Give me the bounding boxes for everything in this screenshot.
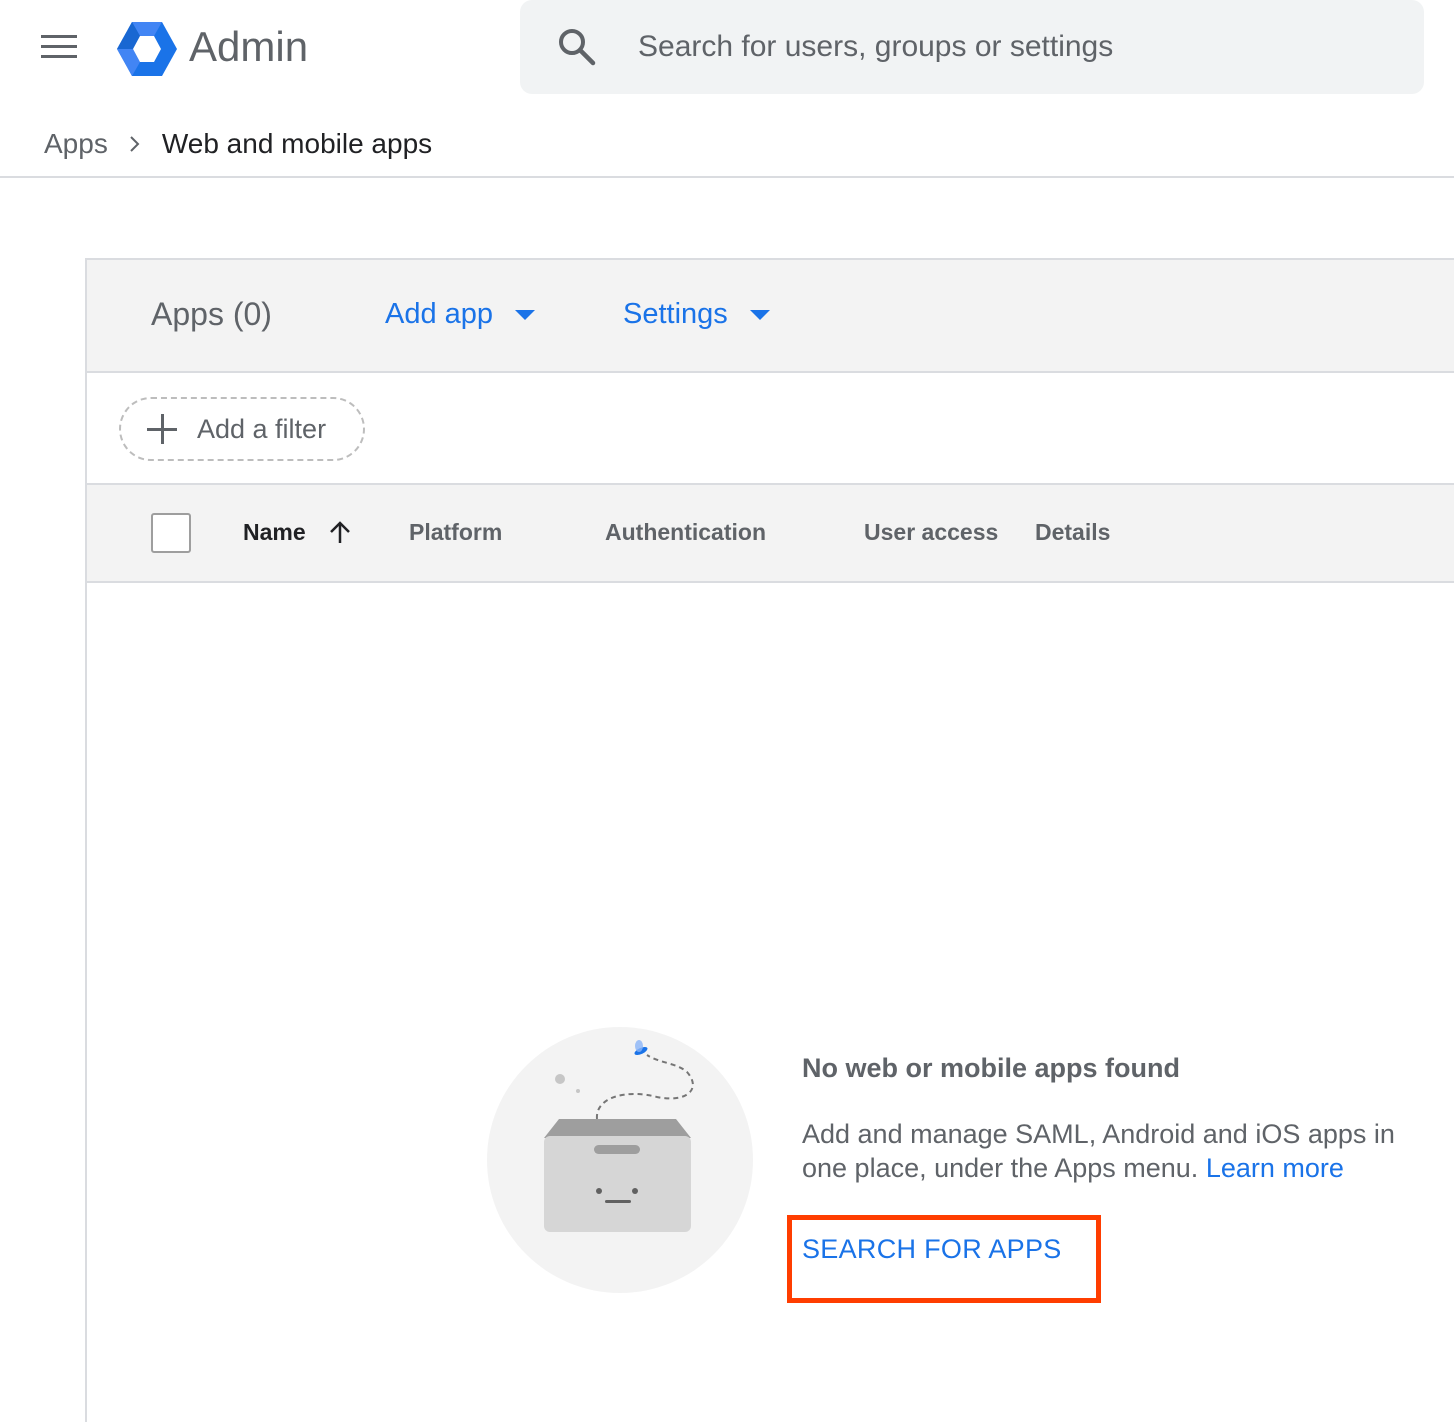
filter-bar: Add a filter: [87, 373, 1454, 485]
search-for-apps-button[interactable]: SEARCH FOR APPS: [802, 1234, 1062, 1265]
caret-down-icon: [749, 309, 770, 320]
apps-card: Apps (0) Add app Settings Add a filter N…: [85, 258, 1454, 1422]
column-header-user-access[interactable]: User access: [864, 519, 998, 546]
admin-logo-icon[interactable]: [116, 20, 178, 78]
plus-icon: [147, 414, 177, 444]
column-header-platform[interactable]: Platform: [409, 519, 502, 546]
settings-label: Settings: [623, 298, 728, 330]
settings-dropdown[interactable]: Settings: [623, 298, 770, 331]
caret-down-icon: [515, 309, 536, 320]
chevron-right-icon: [130, 136, 140, 152]
learn-more-link[interactable]: Learn more: [1206, 1153, 1344, 1183]
column-header-name[interactable]: Name: [243, 519, 306, 546]
menu-icon[interactable]: [38, 32, 82, 64]
breadcrumb-current: Web and mobile apps: [161, 128, 433, 159]
breadcrumb-apps-link[interactable]: Apps: [44, 128, 108, 160]
empty-state-title: No web or mobile apps found: [802, 1053, 1180, 1083]
empty-state-description: Add and manage SAML, Android and iOS app…: [802, 1117, 1432, 1185]
column-header-authentication[interactable]: Authentication: [605, 519, 766, 546]
search-input[interactable]: [636, 22, 1400, 72]
app-name: Admin: [189, 23, 309, 70]
select-all-checkbox[interactable]: [151, 513, 191, 553]
apps-count-label: Apps (0): [151, 296, 272, 332]
column-header-details[interactable]: Details: [1035, 519, 1110, 546]
top-bar: Admin: [0, 0, 1454, 96]
arrow-up-icon[interactable]: [327, 519, 353, 545]
add-filter-label: Add a filter: [197, 413, 327, 444]
empty-box-illustration: [487, 1027, 753, 1293]
header-divider: [0, 176, 1454, 178]
search-icon[interactable]: [556, 26, 598, 68]
add-app-dropdown[interactable]: Add app: [385, 298, 536, 331]
add-filter-button[interactable]: Add a filter: [119, 397, 365, 461]
breadcrumb: Apps Web and mobile apps: [44, 124, 432, 164]
table-header: Name Platform Authentication User access…: [87, 485, 1454, 583]
card-toolbar: Apps (0) Add app Settings: [87, 260, 1454, 373]
add-app-label: Add app: [385, 298, 494, 330]
